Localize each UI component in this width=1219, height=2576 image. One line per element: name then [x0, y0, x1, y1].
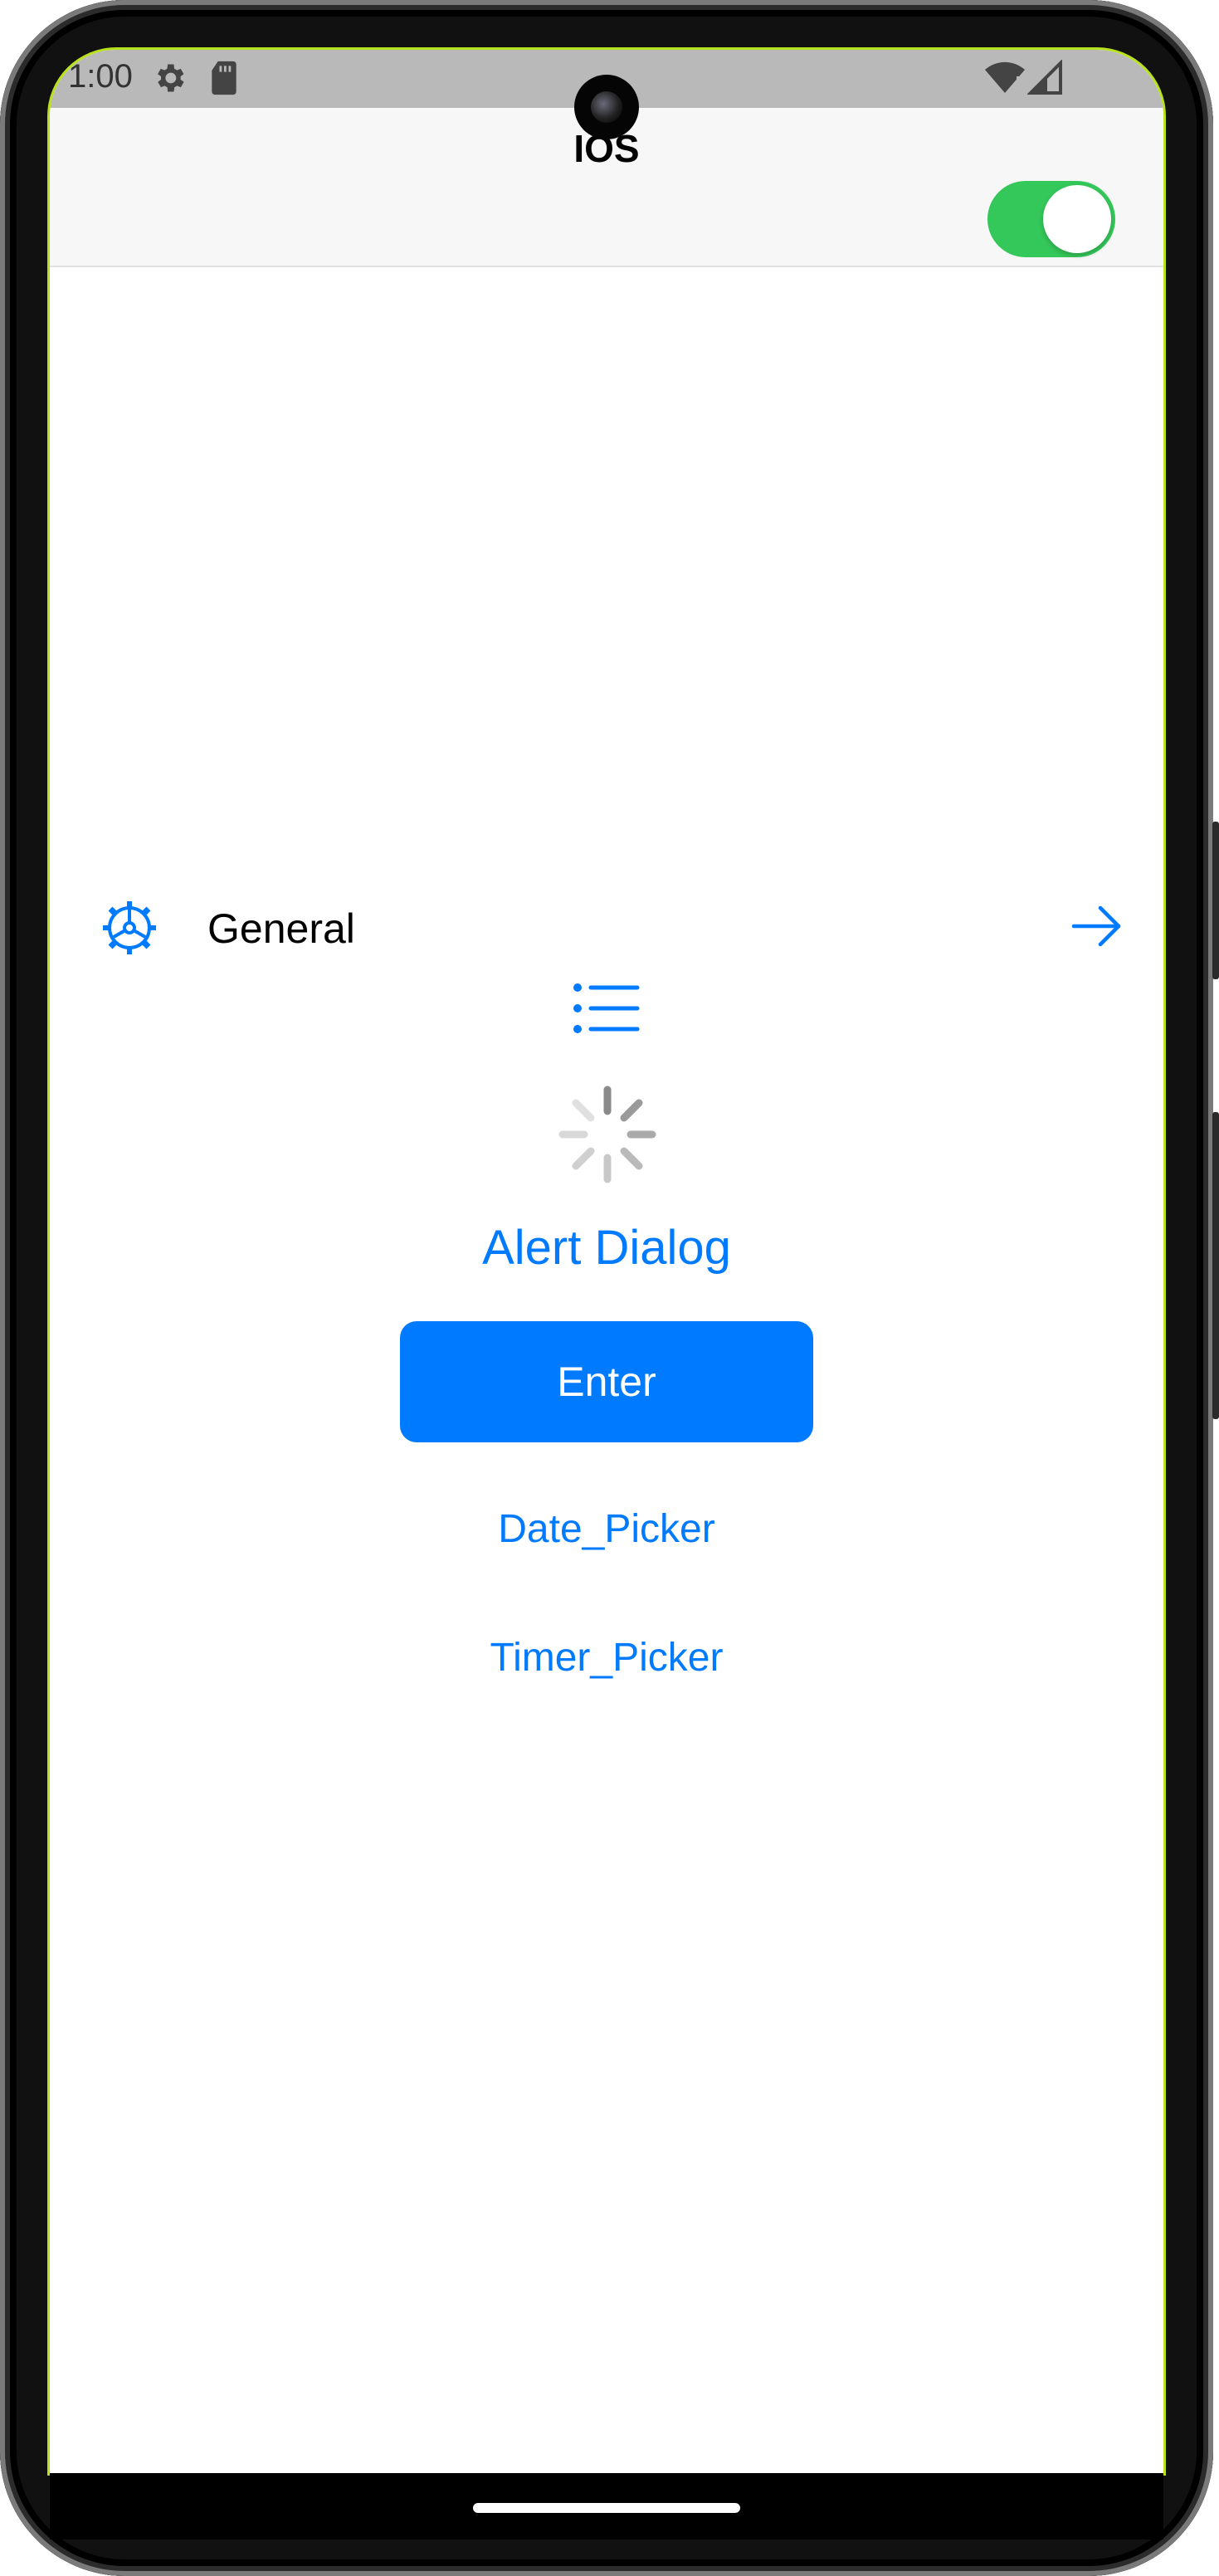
- front-camera: [574, 75, 639, 139]
- status-time: 1:00: [68, 58, 133, 95]
- platform-toggle-switch[interactable]: [987, 181, 1115, 257]
- device-frame: 1:00 IOS General Alert Dialog Enter Date…: [0, 0, 1219, 2576]
- alert-dialog-button[interactable]: Alert Dialog: [50, 1220, 1163, 1276]
- activity-indicator: [556, 1083, 659, 1186]
- arrow-right-icon: [1070, 901, 1124, 951]
- toggle-knob: [1043, 185, 1111, 253]
- camera-lens: [591, 91, 622, 123]
- enter-button[interactable]: Enter: [400, 1321, 813, 1442]
- navigation-bar: [50, 2473, 1163, 2539]
- timer-picker-button[interactable]: Timer_Picker: [50, 1635, 1163, 1681]
- signal-icon: [1026, 59, 1064, 100]
- list-icon[interactable]: [573, 979, 641, 1037]
- screen: 1:00 IOS General Alert Dialog Enter Date…: [50, 50, 1163, 2473]
- power-button: [1212, 1112, 1219, 1419]
- settings-row-label: General: [207, 905, 355, 952]
- volume-button: [1212, 822, 1219, 979]
- date-picker-button[interactable]: Date_Picker: [50, 1506, 1163, 1552]
- sd-card-icon: [207, 60, 241, 100]
- gear-icon: [100, 898, 159, 958]
- settings-icon: [151, 60, 188, 100]
- home-indicator[interactable]: [473, 2503, 740, 2513]
- settings-row-general[interactable]: General: [50, 863, 1163, 988]
- wifi-icon: [983, 60, 1026, 100]
